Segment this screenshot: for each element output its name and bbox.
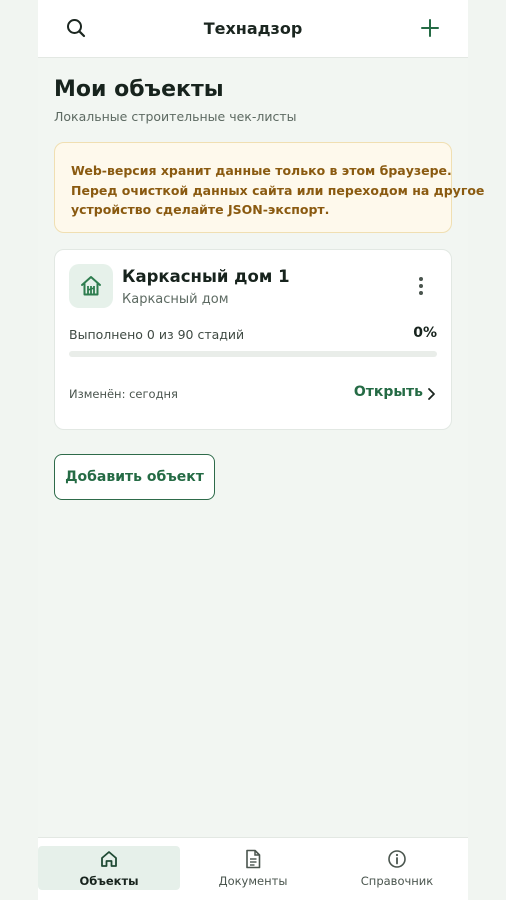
object-card[interactable]: Каркасный дом 1 Каркасный дом Выполнено … — [54, 249, 452, 430]
notice-line: устройство сделайте JSON-экспорт. — [71, 202, 330, 217]
open-object-link[interactable]: Открыть — [354, 384, 423, 400]
progress-percent: 0% — [413, 325, 437, 341]
object-type: Каркасный дом — [122, 292, 229, 307]
notice-line: Перед очисткой данных сайта или переходо… — [71, 182, 485, 198]
object-thumbnail — [69, 264, 113, 308]
page-title: Мои объекты — [54, 77, 224, 102]
nav-label: Объекты — [79, 874, 139, 888]
object-menu-button[interactable] — [409, 272, 433, 300]
object-name: Каркасный дом 1 — [122, 267, 290, 286]
document-icon — [246, 849, 261, 869]
bottom-navigation: Объекты Документы Справочник — [38, 837, 468, 900]
house-icon — [81, 276, 101, 296]
progress-bar — [69, 351, 437, 357]
nav-item-reference[interactable]: Справочник — [326, 846, 468, 890]
nav-item-objects[interactable]: Объекты — [38, 846, 180, 890]
notice-line: Web-версия хранит данные только в этом б… — [71, 163, 452, 178]
nav-label: Документы — [218, 874, 288, 888]
info-icon — [388, 850, 406, 868]
nav-label: Справочник — [360, 874, 434, 888]
storage-notice: Web-версия хранит данные только в этом б… — [54, 142, 485, 233]
more-vertical-icon — [419, 277, 423, 281]
add-button[interactable] — [412, 10, 448, 46]
page-subtitle: Локальные строительные чек-листы — [54, 109, 297, 124]
home-icon — [101, 851, 117, 867]
chevron-right-icon — [428, 388, 435, 400]
progress-label: Выполнено 0 из 90 стадий — [69, 327, 245, 342]
plus-icon — [421, 19, 439, 37]
app-screen: Технадзор Мои объекты Локальные строител… — [38, 0, 485, 900]
app-title: Технадзор — [203, 19, 303, 38]
nav-item-documents[interactable]: Документы — [182, 846, 324, 890]
top-bar: Технадзор — [38, 0, 468, 58]
add-object-button[interactable]: Добавить объект — [54, 454, 215, 500]
modified-date: Изменён: сегодня — [69, 387, 178, 401]
